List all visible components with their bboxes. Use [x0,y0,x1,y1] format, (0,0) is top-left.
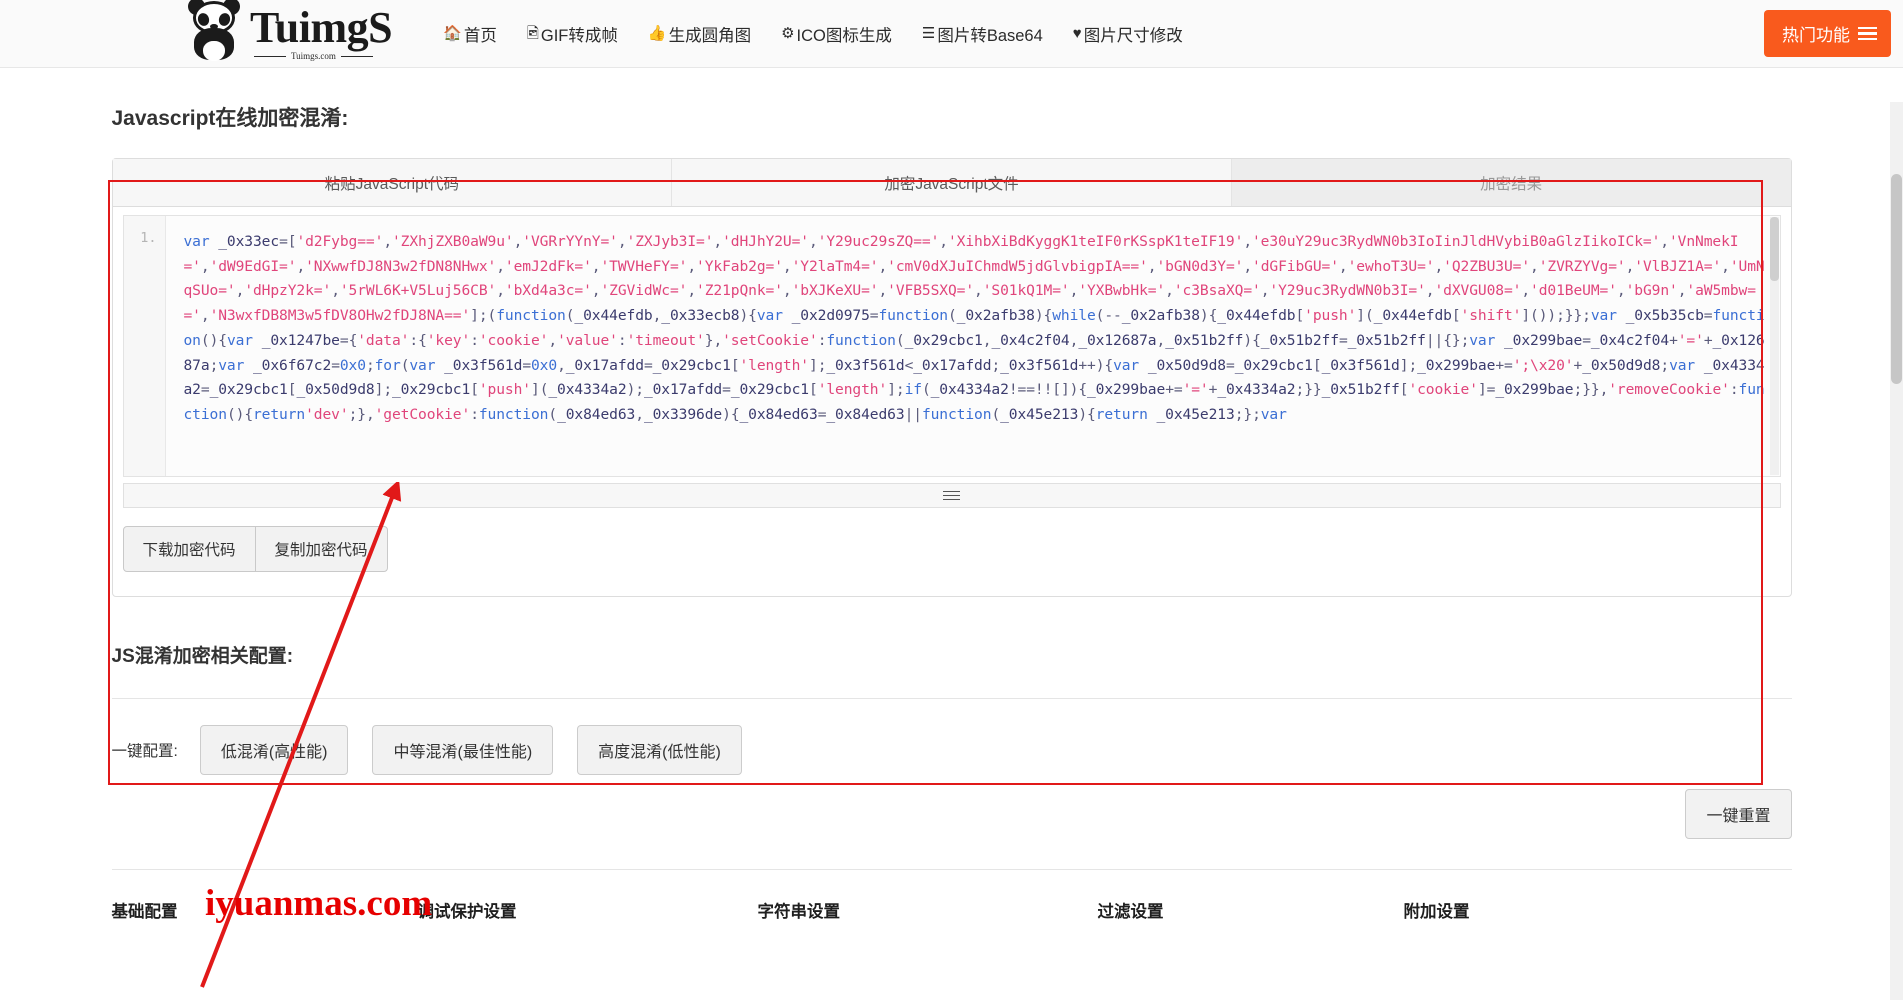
config-column-debug-protection: 调试保护设置 [417,903,517,921]
tab-result[interactable]: 加密结果 [1231,159,1791,206]
reset-all-button[interactable]: 一键重置 [1685,789,1792,839]
brand-subtitle: Tuimgs.com [254,52,392,61]
page-scrollbar[interactable] [1890,102,1903,1000]
home-icon: 🏠 [443,25,462,42]
config-column-filter: 过滤设置 [1097,903,1164,921]
nav-item-image-to-base64[interactable]: ☰ 图片转Base64 [907,12,1058,56]
nav-label-home: 首页 [463,26,497,45]
page-scrollbar-thumb[interactable] [1891,174,1902,384]
nav-item-ico-generate[interactable]: ⚙ ICO图标生成 [766,12,907,56]
code-editor-wrapper: 1. var _0x33ec=['d2Fybg==','ZXhjZXB0aW9u… [112,207,1791,477]
panda-logo-icon [186,0,242,63]
heart-icon: ♥ [1072,25,1082,42]
primary-navigation: 🏠 首页 🖻 GIF转成帧 👍 生成圆角图 ⚙ ICO图标生成 ☰ 图片转Bas… [428,12,1198,56]
preset-row-label: 一键配置: [111,743,178,760]
preset-medium-obfuscation-button[interactable]: 中等混淆(最佳性能) [372,725,554,775]
config-section-title: JS混淆加密相关配置: [111,646,294,667]
gears-icon: ⚙ [781,25,795,42]
nav-label-gif-to-frames: GIF转成帧 [540,26,618,45]
image-icon: 🖻 [526,25,539,42]
database-icon: ☰ [921,25,936,42]
code-vertical-scrollbar[interactable] [1769,217,1779,475]
copy-encrypted-code-button[interactable]: 复制加密代码 [254,526,388,572]
preset-low-obfuscation-button[interactable]: 低混淆(高性能) [199,725,349,775]
line-number-1: 1. [140,230,157,246]
editor-resize-handle[interactable] [122,483,1781,508]
hot-features-button[interactable]: 热门功能 [1764,10,1891,57]
config-column-string: 字符串设置 [757,903,841,921]
nav-label-ico-generate: ICO图标生成 [796,26,892,45]
content-container: Javascript在线加密混淆: 粘贴JavaScript代码 加密JavaS… [102,102,1802,922]
nav-label-rounded-image: 生成圆角图 [668,26,752,45]
tab-encrypt-file[interactable]: 加密JavaScript文件 [672,159,1232,206]
download-encrypted-code-button[interactable]: 下载加密代码 [122,526,256,572]
page-body: Javascript在线加密混淆: 粘贴JavaScript代码 加密JavaS… [0,102,1903,1000]
config-columns: 基础配置 调试保护设置 字符串设置 过滤设置 附加设置 [102,870,1802,922]
page-title: Javascript在线加密混淆: [111,107,349,130]
hamburger-menu-icon [1858,26,1877,41]
tab-bar: 粘贴JavaScript代码 加密JavaScript文件 加密结果 [112,159,1791,207]
nav-item-gif-to-frames[interactable]: 🖻 GIF转成帧 [512,12,633,56]
drag-handle-icon [943,490,960,501]
line-number-gutter: 1. [123,216,166,476]
config-column-additional: 附加设置 [1403,903,1470,921]
code-content[interactable]: var _0x33ec=['d2Fybg==','ZXhjZXB0aW9u','… [166,216,1780,476]
editor-action-row: 下载加密代码 复制加密代码 [113,508,1791,596]
nav-label-image-to-base64: 图片转Base64 [937,26,1043,45]
brand-subtitle-text: Tuimgs.com [291,51,336,61]
site-header: TuimgS Tuimgs.com 🏠 首页 🖻 GIF转成帧 👍 生成圆角图 … [0,0,1903,68]
reset-row: 一键重置 [102,775,1802,839]
nav-item-rounded-image[interactable]: 👍 生成圆角图 [633,12,766,56]
brand-name: TuimgS [250,3,393,52]
hot-features-label: 热门功能 [1782,26,1850,45]
encryption-panel: 粘贴JavaScript代码 加密JavaScript文件 加密结果 1. va… [111,158,1792,597]
thumbs-up-icon: 👍 [647,25,667,42]
nav-item-image-resize[interactable]: ♥ 图片尺寸修改 [1058,12,1198,56]
editor-button-group: 下载加密代码 复制加密代码 [122,526,388,572]
code-editor[interactable]: 1. var _0x33ec=['d2Fybg==','ZXhjZXB0aW9u… [122,215,1781,477]
preset-high-obfuscation-button[interactable]: 高度混淆(低性能) [577,725,742,775]
config-column-basic: 基础配置 [111,903,178,921]
code-scrollbar-thumb[interactable] [1769,217,1779,281]
nav-item-home[interactable]: 🏠 首页 [428,12,512,56]
brand-logo-link[interactable]: TuimgS Tuimgs.com [186,0,393,63]
tab-paste-code[interactable]: 粘贴JavaScript代码 [112,159,673,206]
preset-row: 一键配置: 低混淆(高性能) 中等混淆(最佳性能) 高度混淆(低性能) [102,699,1802,775]
nav-label-image-resize: 图片尺寸修改 [1083,26,1183,45]
